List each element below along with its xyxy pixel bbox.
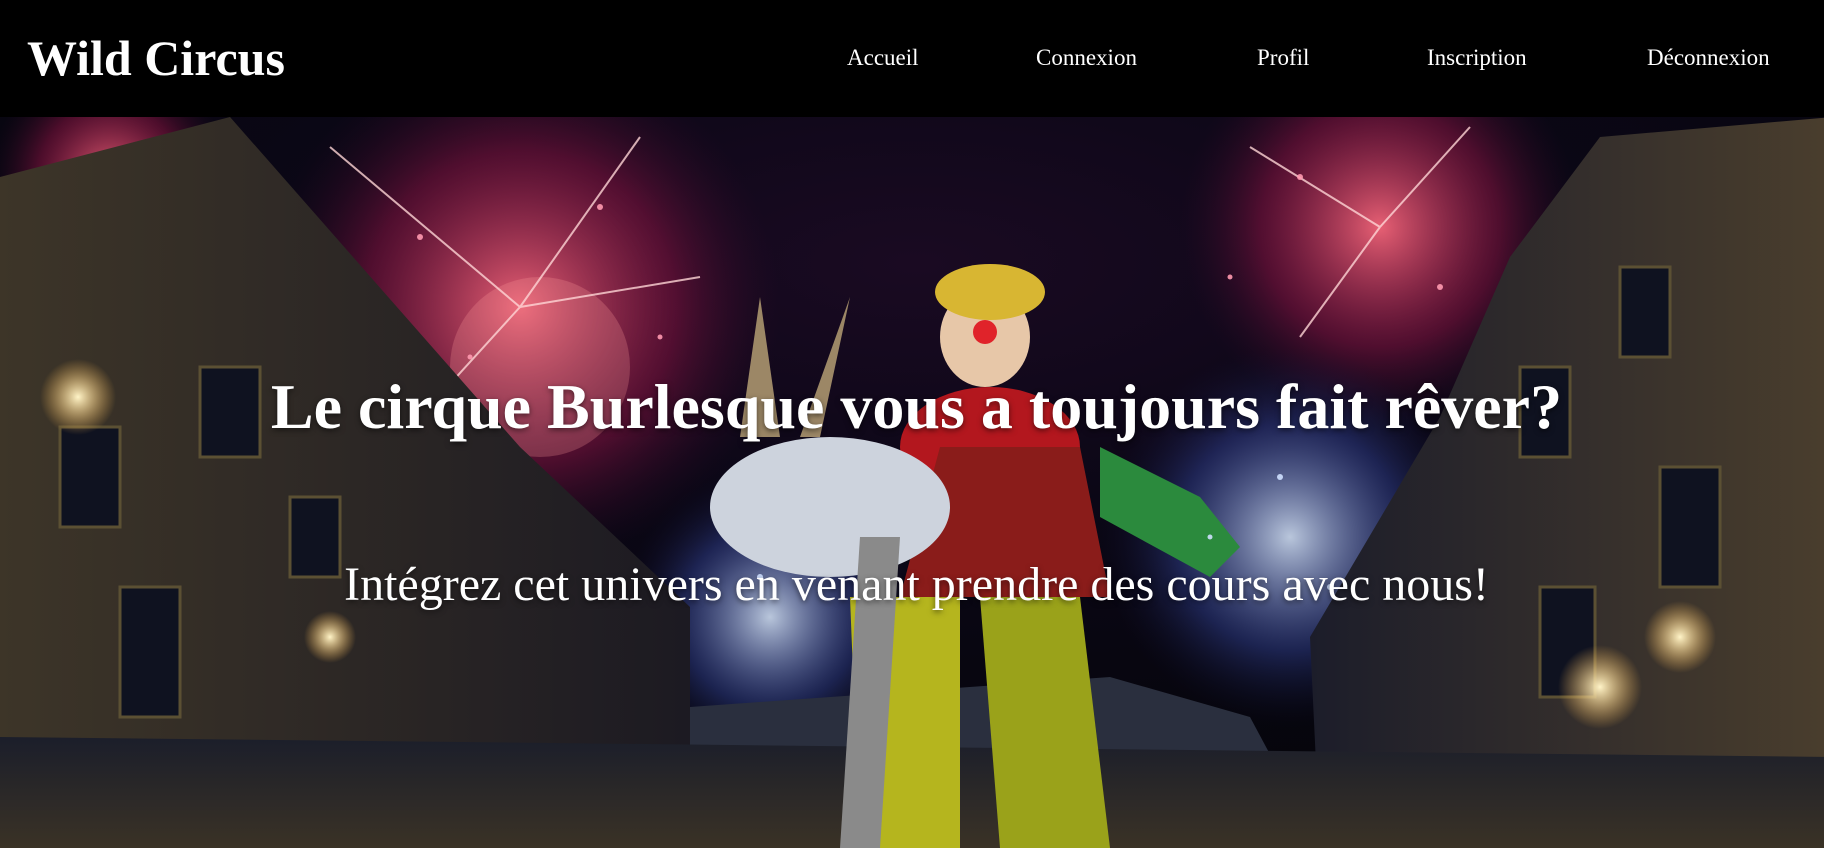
brand-logo[interactable]: Wild Circus xyxy=(27,28,285,88)
nav-link-connexion[interactable]: Connexion xyxy=(1036,40,1137,76)
hero-background-image xyxy=(0,117,1833,848)
hero-banner: Le cirque Burlesque vous a toujours fait… xyxy=(0,117,1833,848)
hero-subtitle: Intégrez cet univers en venant prendre d… xyxy=(344,558,1489,611)
nav-link-deconnexion[interactable]: Déconnexion xyxy=(1647,40,1770,76)
nav-link-profil[interactable]: Profil xyxy=(1257,40,1309,76)
page-right-edge xyxy=(1824,0,1833,848)
top-navbar: Wild Circus Accueil Connexion Profil Ins… xyxy=(0,0,1833,117)
nav-link-accueil[interactable]: Accueil xyxy=(847,40,919,76)
nav-link-inscription[interactable]: Inscription xyxy=(1427,40,1527,76)
hero-title: Le cirque Burlesque vous a toujours fait… xyxy=(270,371,1563,442)
